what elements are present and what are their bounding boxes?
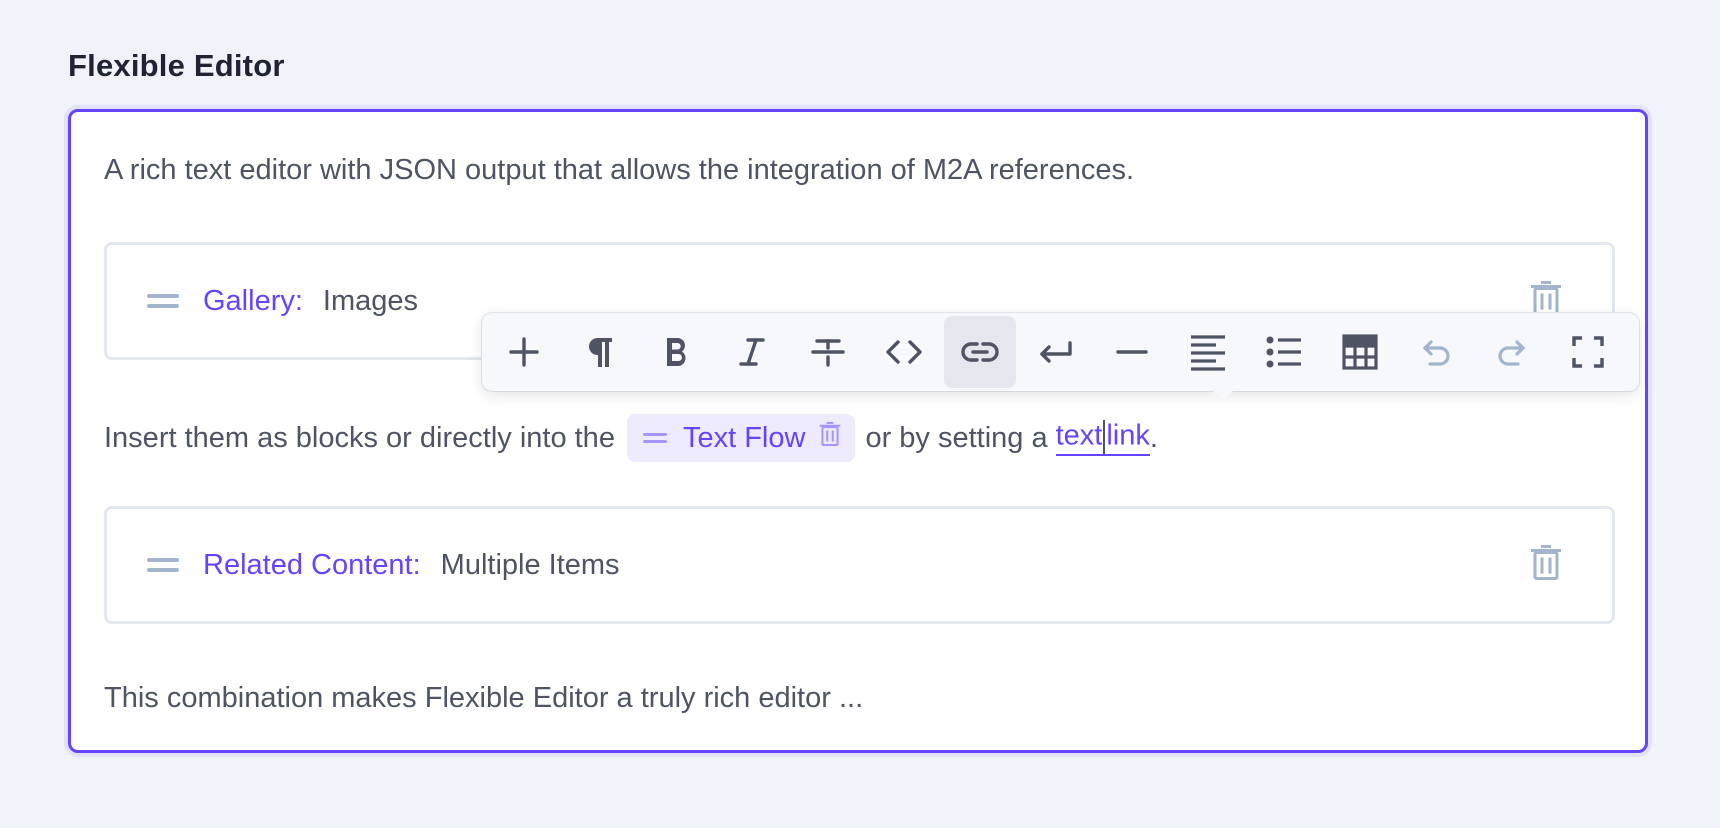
hard-break-button[interactable]	[1020, 316, 1092, 388]
block-value: Multiple Items	[440, 548, 620, 581]
chip-drag-handle-icon[interactable]	[642, 433, 667, 443]
return-icon	[1040, 341, 1072, 363]
code-icon	[886, 340, 922, 364]
undo-button[interactable]	[1400, 316, 1472, 388]
paragraph-text-end: .	[1149, 421, 1158, 454]
inline-relation-chip[interactable]: Text Flow	[626, 414, 856, 462]
link-button[interactable]	[944, 316, 1016, 388]
fullscreen-button[interactable]	[1552, 316, 1624, 388]
paragraph-text-start: Insert them as blocks or directly into t…	[104, 421, 615, 454]
undo-icon	[1423, 340, 1450, 366]
code-button[interactable]	[868, 316, 940, 388]
redo-button[interactable]	[1476, 316, 1548, 388]
inline-paragraph: Insert them as blocks or directly into t…	[104, 414, 1158, 462]
plus-icon	[509, 337, 539, 367]
drag-handle-icon[interactable]	[147, 558, 179, 572]
bold-button[interactable]	[640, 316, 712, 388]
block-type-label: Related Content:	[203, 548, 421, 581]
chip-delete-icon[interactable]	[819, 420, 841, 456]
pilcrow-icon	[588, 338, 612, 367]
delete-icon[interactable]	[1530, 544, 1562, 587]
link-icon	[961, 342, 999, 362]
fullscreen-icon	[1572, 336, 1604, 368]
formatting-toolbar	[482, 313, 1639, 401]
drag-handle-icon[interactable]	[147, 294, 179, 308]
table-icon	[1342, 334, 1378, 370]
bullet-list-icon	[1266, 336, 1301, 368]
block-value: Images	[322, 284, 419, 317]
text-align-button[interactable]	[1172, 316, 1244, 388]
bold-icon	[667, 338, 686, 366]
block-type-label: Gallery:	[203, 284, 303, 317]
horizontal-rule-icon	[1116, 350, 1148, 354]
align-left-icon	[1191, 335, 1225, 371]
strikethrough-icon	[811, 339, 845, 367]
table-button[interactable]	[1324, 316, 1396, 388]
closing-paragraph: This combination makes Flexible Editor a…	[104, 682, 864, 714]
field-label: Flexible Editor	[68, 48, 285, 83]
paragraph-text-middle: or by setting a	[865, 421, 1048, 454]
intro-paragraph: A rich text editor with JSON output that…	[104, 154, 1135, 186]
strikethrough-button[interactable]	[792, 316, 864, 388]
link-text-start: text	[1055, 419, 1103, 452]
horizontal-rule-button[interactable]	[1096, 316, 1168, 388]
chip-label: Text Flow	[682, 421, 806, 454]
italic-button[interactable]	[716, 316, 788, 388]
italic-icon	[739, 338, 765, 366]
redo-icon	[1498, 340, 1525, 366]
related-content-block[interactable]: Related Content: Multiple Items	[104, 506, 1615, 624]
link-text-end: link	[1106, 419, 1150, 452]
bullet-list-button[interactable]	[1248, 316, 1320, 388]
insert-block-button[interactable]	[488, 316, 560, 388]
rich-text-editor[interactable]: A rich text editor with JSON output that…	[68, 109, 1648, 753]
paragraph-button[interactable]	[564, 316, 636, 388]
text-link[interactable]: text link	[1055, 419, 1150, 456]
